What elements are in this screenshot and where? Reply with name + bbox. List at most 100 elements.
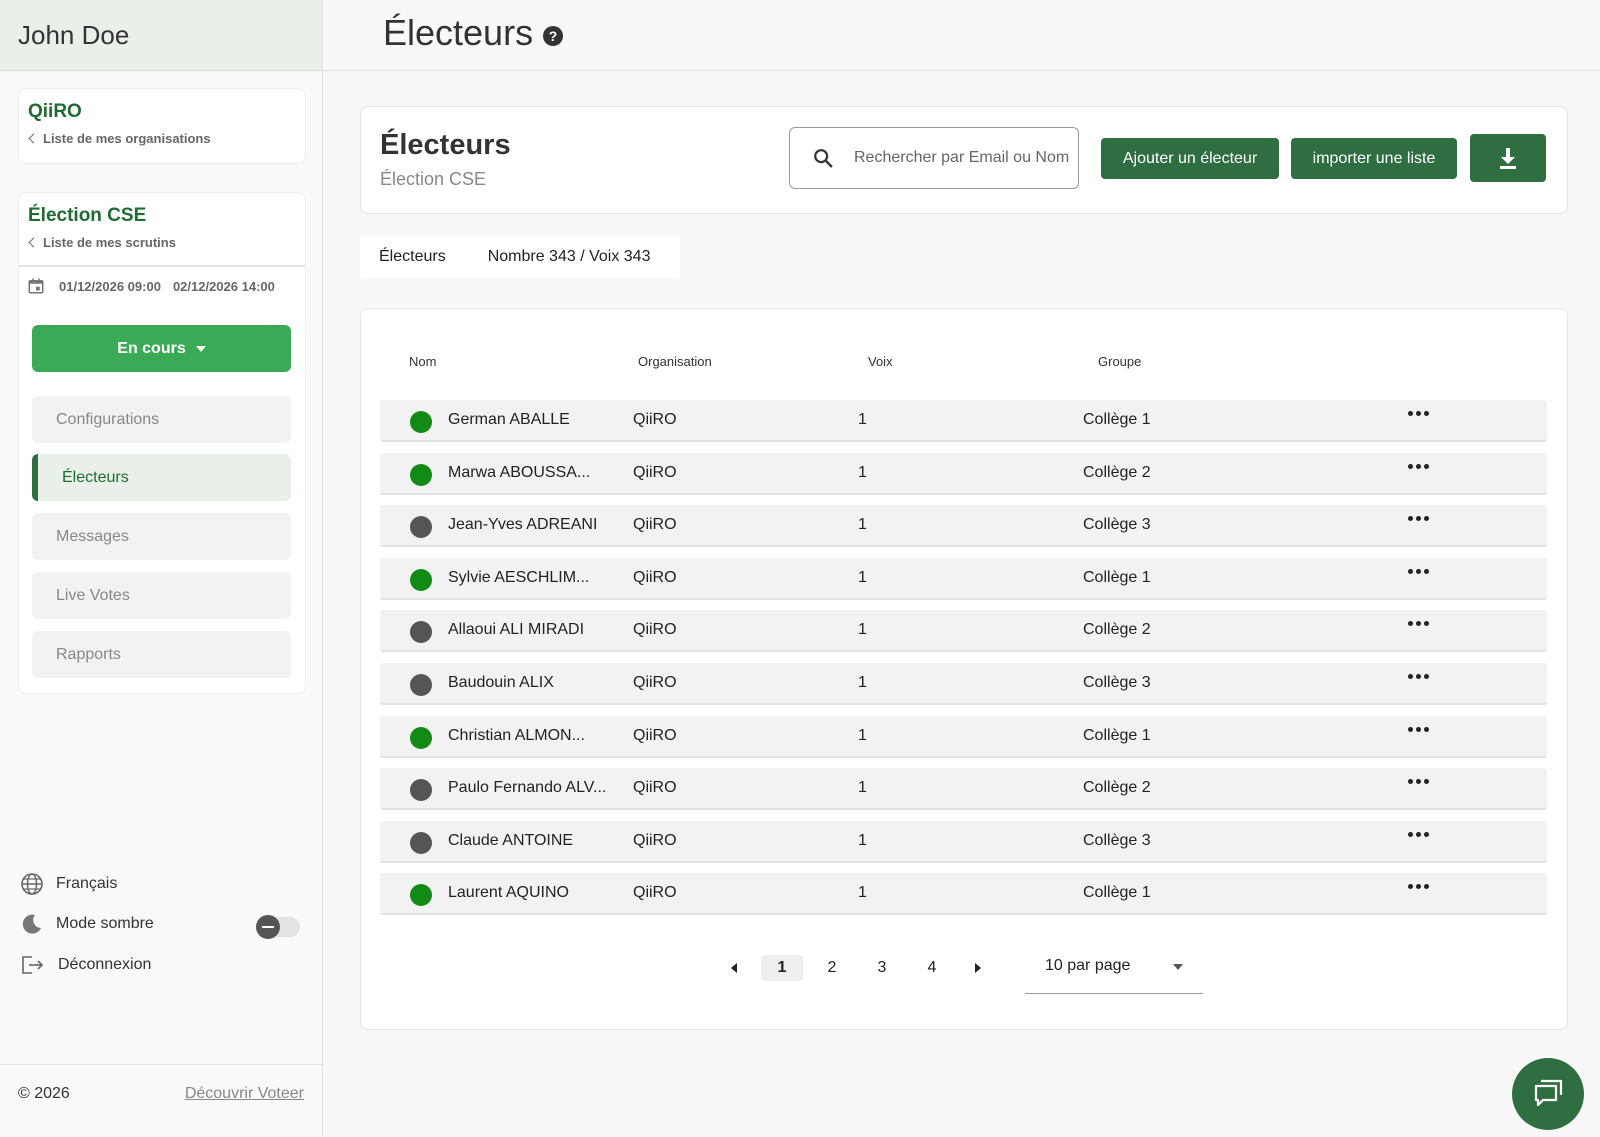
voter-organisation: QiiRO [633,568,677,586]
add-voter-button[interactable]: Ajouter un électeur [1101,138,1279,179]
more-dot [1424,831,1429,837]
voter-votes: 1 [858,463,867,481]
user-name[interactable]: John Doe [0,0,322,71]
status-dropdown-button[interactable]: En cours [32,325,291,372]
column-header-organisation[interactable]: Organisation [638,354,712,369]
nav-item-rapports[interactable]: Rapports [32,631,291,678]
column-header-group[interactable]: Groupe [1098,354,1141,369]
voter-name: Baudouin ALIX [448,674,554,691]
table-row[interactable]: Allaoui ALI MIRADI QiiRO 1 Collège 2 [380,610,1547,653]
more-dot [1424,621,1429,627]
nav-item-configurations[interactable]: Configurations [32,396,291,443]
previous-page-icon[interactable] [731,963,737,973]
voter-organisation: QiiRO [633,463,677,481]
election-dates: 01/12/2026 09:00 02/12/2026 14:00 [27,273,275,299]
logout-icon [22,956,44,974]
next-page-icon[interactable] [975,963,981,973]
nav-item-live-votes[interactable]: Live Votes [32,572,291,619]
language-label: Français [56,875,118,892]
more-options-icon[interactable] [1408,568,1429,574]
tab-electeurs[interactable]: Électeurs [379,248,446,266]
nav-item-label: Électeurs [62,468,129,486]
discover-link[interactable]: Découvrir Voteer [185,1085,304,1103]
language-selector[interactable]: Français [20,872,117,896]
voter-name: Paulo Fernando ALV... [448,779,607,797]
more-options-icon[interactable] [1408,831,1429,837]
voter-group: Collège 1 [1083,884,1151,902]
more-options-icon[interactable] [1408,516,1429,522]
table-row[interactable]: Baudouin ALIX QiiRO 1 Collège 3 [380,663,1547,705]
toggle-knob [256,915,280,939]
dark-mode-toggle[interactable] [256,915,300,939]
nav-item-electeurs[interactable]: Électeurs [32,454,291,501]
more-dot [1424,411,1429,416]
election-name[interactable]: Élection CSE [28,205,146,227]
table-row[interactable]: Christian ALMON... QiiRO 1 Collège 1 [380,715,1547,758]
more-options-icon[interactable] [1408,621,1429,627]
page-button-2[interactable]: 2 [811,955,853,981]
table-row[interactable]: Paulo Fernando ALV... QiiRO 1 Collège 2 [380,768,1547,811]
per-page-select[interactable]: 10 par page [1025,939,1203,994]
caret-down-icon [1173,964,1183,970]
status-label: En cours [117,339,186,357]
more-dot [1408,411,1413,416]
voter-name: Marwa ABOUSSA... [448,463,591,481]
nav-item-messages[interactable]: Messages [32,513,291,560]
voter-group: Collège 2 [1083,779,1151,797]
voter-name: Allaoui ALI MIRADI [448,621,585,639]
page-button-4[interactable]: 4 [911,955,953,981]
logout-label: Déconnexion [58,956,152,973]
organisation-name[interactable]: QiiRO [28,101,82,123]
voter-votes: 1 [858,831,867,849]
more-dot [1416,411,1421,416]
help-icon[interactable]: ? [543,26,564,46]
more-dot [1416,779,1421,785]
download-button[interactable] [1470,134,1546,182]
voter-votes: 1 [858,411,867,428]
dark-mode-label: Mode sombre [56,915,154,932]
voter-votes: 1 [858,674,867,691]
table-row[interactable]: Claude ANTOINE QiiRO 1 Collège 3 [380,820,1547,863]
voter-group: Collège 2 [1083,463,1151,481]
column-header-name[interactable]: Nom [409,354,436,369]
search-input[interactable] [852,148,1076,168]
import-list-button[interactable]: importer une liste [1291,138,1457,179]
column-header-votes[interactable]: Voix [868,354,893,369]
status-offline-dot [410,674,432,696]
copyright: © 2026 [18,1085,70,1102]
chat-button[interactable] [1512,1058,1584,1130]
more-options-icon[interactable] [1408,411,1429,416]
back-to-organisations-link[interactable]: Liste de mes organisations [28,131,211,146]
nav-item-label: Live Votes [56,586,130,604]
voters-summary-bar: Électeurs Nombre 343 / Voix 343 [360,236,680,278]
electeurs-header-card: Électeurs Élection CSE Ajouter un électe… [360,106,1568,214]
page-button-3[interactable]: 3 [861,955,903,981]
voter-group: Collège 3 [1083,516,1151,534]
more-options-icon[interactable] [1408,726,1429,732]
organisation-card[interactable]: QiiRO Liste de mes organisations [18,88,306,164]
more-dot [1408,884,1413,890]
voter-name: Claude ANTOINE [448,831,574,849]
voter-group: Collège 3 [1083,674,1151,691]
more-options-icon[interactable] [1408,463,1429,469]
more-options-icon[interactable] [1408,779,1429,785]
table-row[interactable]: Marwa ABOUSSA... QiiRO 1 Collège 2 [380,452,1547,495]
more-options-icon[interactable] [1408,674,1429,679]
logout-link[interactable]: Déconnexion [20,953,151,977]
per-page-value: 10 par page [1045,957,1131,974]
election-start-date: 01/12/2026 09:00 [59,278,161,294]
status-online-dot [410,411,432,433]
voter-organisation: QiiRO [633,674,677,691]
more-options-icon[interactable] [1408,884,1429,890]
table-row[interactable]: Laurent AQUINO QiiRO 1 Collège 1 [380,873,1547,916]
voter-votes: 1 [858,726,867,744]
table-row[interactable]: Sylvie AESCHLIM... QiiRO 1 Collège 1 [380,557,1547,600]
page-button-1[interactable]: 1 [761,955,803,981]
section-subtitle: Élection CSE [380,169,487,189]
table-row[interactable]: German ABALLE QiiRO 1 Collège 1 [380,400,1547,442]
voters-table: Nom Organisation Voix Groupe German ABAL… [360,308,1568,1030]
voter-name: German ABALLE [448,411,570,428]
back-to-elections-link[interactable]: Liste de mes scrutins [28,235,176,250]
table-row[interactable]: Jean-Yves ADREANI QiiRO 1 Collège 3 [380,505,1547,548]
voter-group: Collège 1 [1083,568,1151,586]
